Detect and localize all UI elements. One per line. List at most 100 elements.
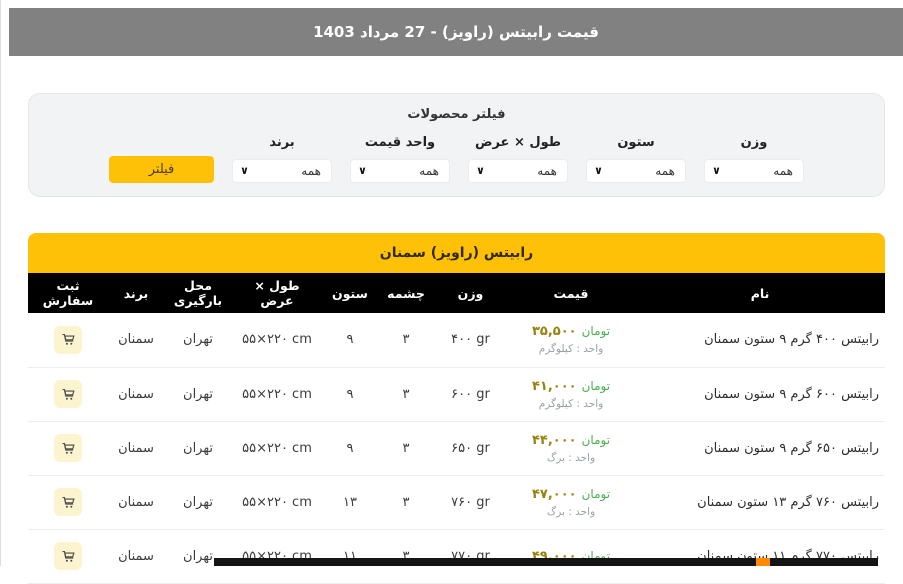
column-header-weight: وزن <box>434 273 507 313</box>
column-count-cell: ۹ <box>322 367 378 421</box>
price-cell: ۴۱,۰۰۰ تومان واحد : کیلوگرم <box>507 367 635 421</box>
column-count-cell: ۱۳ <box>322 475 378 529</box>
cheshmeh-cell: ۳ <box>378 529 434 583</box>
table-row: رابیتس ۴۰۰ گرم ۹ ستون سمنان ۳۵,۵۰۰ تومان وا… <box>28 313 885 367</box>
filter-label-price-unit: واحد قیمت <box>365 135 435 150</box>
price-currency: تومان <box>582 324 610 338</box>
dimensions-value: ۵۵×۲۲۰ cm <box>242 441 312 456</box>
weight-cell: ۶۰۰ gr <box>434 367 507 421</box>
filter-select-column[interactable]: همه <box>586 159 686 183</box>
price-unit: واحد : برگ <box>511 506 631 518</box>
price-value: ۴۴,۰۰۰ <box>532 433 577 448</box>
price-value: ۴۷,۰۰۰ <box>532 487 577 502</box>
price-line: ۳۵,۵۰۰ تومان <box>511 324 631 339</box>
weight-value: ۶۰۰ gr <box>451 387 490 402</box>
price-table: نامقیمتوزنچشمهستونطول × عرضمحل بارگیریبر… <box>28 273 885 584</box>
weight-value: ۷۶۰ gr <box>451 495 490 510</box>
price-table-card: رابیتس (راویز) سمنان نامقیمتوزنچشمهستونط… <box>28 233 885 584</box>
brand-cell: سمنان <box>108 529 164 583</box>
weight-value: ۴۰۰ gr <box>451 332 490 347</box>
filter-select-wrap-brand: همه∨ <box>232 159 332 183</box>
filter-select-dimensions[interactable]: همه <box>468 159 568 183</box>
price-cell: ۴۷,۰۰۰ تومان واحد : برگ <box>507 475 635 529</box>
loading-location-cell: تهران <box>164 367 232 421</box>
table-header-row: نامقیمتوزنچشمهستونطول × عرضمحل بارگیریبر… <box>28 273 885 313</box>
price-currency: تومان <box>582 433 610 447</box>
cart-icon <box>61 495 76 510</box>
brand-cell: سمنان <box>108 421 164 475</box>
dimensions-cell: ۵۵×۲۲۰ cm <box>232 313 322 367</box>
price-currency: تومان <box>582 487 610 501</box>
order-button[interactable] <box>54 488 82 516</box>
filter-group-price-unit: واحد قیمتهمه∨ <box>350 135 450 183</box>
dimensions-value: ۵۵×۲۲۰ cm <box>242 387 312 402</box>
price-value: ۴۱,۰۰۰ <box>532 379 577 394</box>
filter-label-brand: برند <box>269 135 294 150</box>
column-header-name: نام <box>635 273 885 313</box>
filter-panel: فیلتر محصولات وزنهمه∨ ستون همه∨ طول × عرض هم… <box>28 93 885 197</box>
filter-panel-title: فیلتر محصولات <box>29 107 884 122</box>
weight-cell: ۷۶۰ gr <box>434 475 507 529</box>
order-cell <box>28 313 108 367</box>
price-unit: واحد : کیلوگرم <box>511 343 631 355</box>
cheshmeh-cell: ۳ <box>378 313 434 367</box>
column-count-cell: ۹ <box>322 421 378 475</box>
price-value: ۳۵,۵۰۰ <box>532 324 577 339</box>
filter-submit-button[interactable]: فیلتر <box>109 156 214 183</box>
dimensions-value: ۵۵×۲۲۰ cm <box>242 495 312 510</box>
price-unit: واحد : برگ <box>511 452 631 464</box>
filter-select-brand[interactable]: همه <box>232 159 332 183</box>
column-header-loading-location: محل بارگیری <box>164 273 232 313</box>
table-banner: رابیتس (راویز) سمنان <box>28 233 885 273</box>
weight-cell: ۷۷۰ gr <box>434 529 507 583</box>
cart-icon <box>61 387 76 402</box>
page-title: قیمت رابیتس (راویز) - 27 مرداد 1403 <box>313 23 599 41</box>
brand-cell: سمنان <box>108 367 164 421</box>
dimensions-value: ۵۵×۲۲۰ cm <box>242 332 312 347</box>
order-cell <box>28 367 108 421</box>
column-header-order: ثبت سفارش <box>28 273 108 313</box>
filter-group-weight: وزنهمه∨ <box>704 135 804 183</box>
loading-location-cell: تهران <box>164 529 232 583</box>
cart-icon <box>61 332 76 347</box>
dimensions-cell: ۵۵×۲۲۰ cm <box>232 529 322 583</box>
price-currency: تومان <box>582 379 610 393</box>
filter-label-dimensions: طول × عرض <box>475 135 561 150</box>
price-cell: ۴۹,۰۰۰تومان <box>507 529 635 583</box>
name-cell: رابیتس ۶۵۰ گرم ۹ ستون سمنان <box>635 421 885 475</box>
column-header-price: قیمت <box>507 273 635 313</box>
column-count-cell: ۹ <box>322 313 378 367</box>
cheshmeh-cell: ۳ <box>378 475 434 529</box>
filter-group-brand: برند همه∨ <box>232 135 332 183</box>
loading-location-cell: تهران <box>164 475 232 529</box>
loading-location-cell: تهران <box>164 421 232 475</box>
bottom-cutoff-bar <box>214 558 878 566</box>
table-row: رابیتس ۷۶۰ گرم ۱۳ ستون سمنان۴۷,۰۰۰تومانو… <box>28 475 885 529</box>
filter-label-column: ستون <box>617 135 654 150</box>
dimensions-cell: ۵۵×۲۲۰ cm <box>232 475 322 529</box>
name-cell: رابیتس ۶۰۰ گرم ۹ ستون سمنان <box>635 367 885 421</box>
table-row: رابیتس ۷۷۰ گرم ۱۱ ستون سمنان۴۹,۰۰۰تومان۷… <box>28 529 885 583</box>
price-unit: واحد : کیلوگرم <box>511 398 631 410</box>
order-button[interactable] <box>54 380 82 408</box>
filter-select-weight[interactable]: همه <box>704 159 804 183</box>
filter-select-wrap-dimensions: همه∨ <box>468 159 568 183</box>
column-header-dimensions: طول × عرض <box>232 273 322 313</box>
column-header-brand: برند <box>108 273 164 313</box>
filter-select-wrap-column: همه∨ <box>586 159 686 183</box>
order-cell <box>28 475 108 529</box>
name-cell: رابیتس ۴۰۰ گرم ۹ ستون سمنان <box>635 313 885 367</box>
filter-select-price-unit[interactable]: همه <box>350 159 450 183</box>
dimensions-cell: ۵۵×۲۲۰ cm <box>232 421 322 475</box>
cart-icon <box>61 549 76 564</box>
filter-row: وزنهمه∨ ستون همه∨ طول × عرض همه∨ واحد قیمت همه… <box>29 135 884 183</box>
weight-cell: ۴۰۰ gr <box>434 313 507 367</box>
page-header: قیمت رابیتس (راویز) - 27 مرداد 1403 <box>9 8 903 56</box>
price-line: ۴۴,۰۰۰ تومان <box>511 433 631 448</box>
order-button[interactable] <box>54 326 82 354</box>
brand-cell: سمنان <box>108 475 164 529</box>
price-line: ۴۷,۰۰۰ تومان <box>511 487 631 502</box>
order-cell <box>28 421 108 475</box>
order-button[interactable] <box>54 434 82 462</box>
loading-location-cell: تهران <box>164 313 232 367</box>
